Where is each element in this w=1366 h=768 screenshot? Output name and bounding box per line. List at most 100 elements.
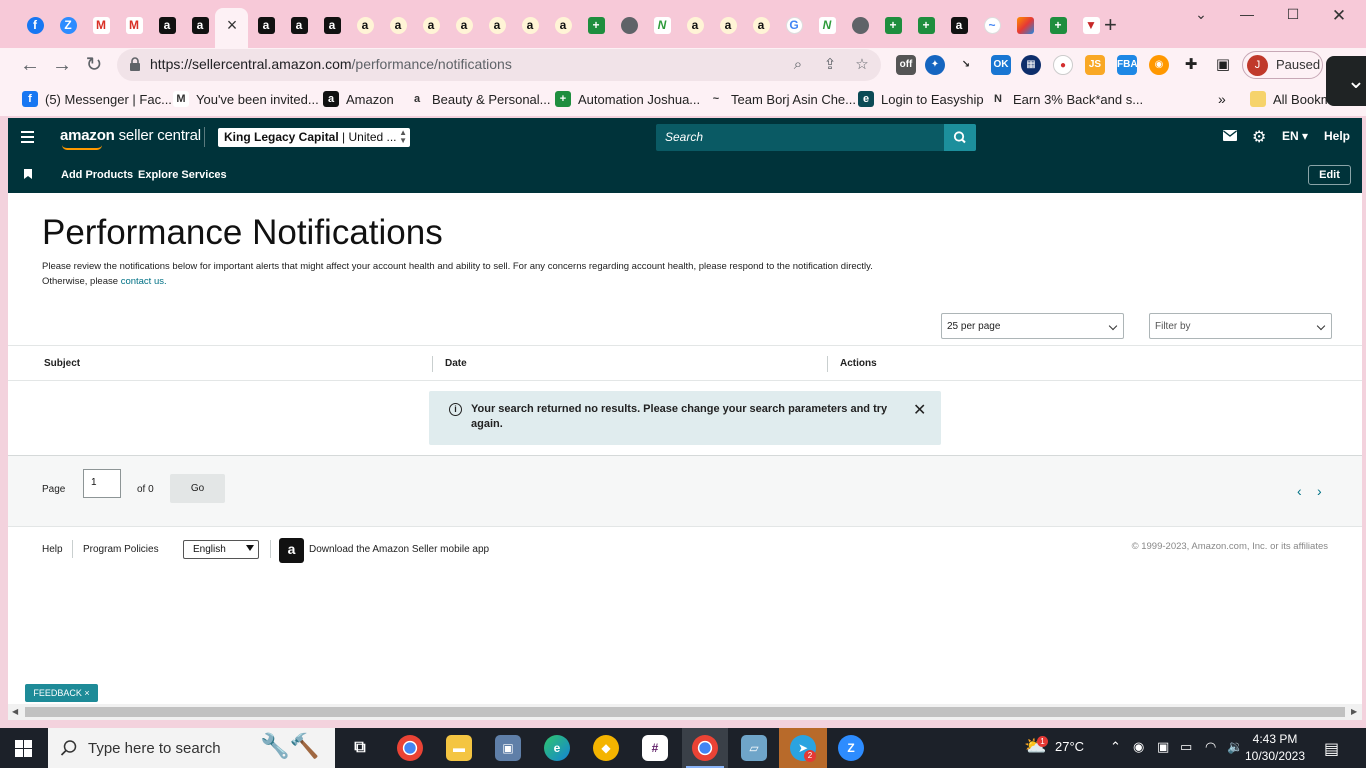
task-view-icon[interactable]: ⧉ <box>347 735 373 761</box>
browser-tab[interactable]: a <box>386 12 410 38</box>
bookmark-item[interactable]: a Amazon <box>323 90 394 108</box>
scrollbar-thumb[interactable] <box>25 707 1345 717</box>
weather-temp[interactable]: 27°C <box>1055 739 1084 754</box>
column-subject[interactable]: Subject <box>44 358 80 369</box>
browser-tab[interactable]: G <box>782 12 806 38</box>
bookmark-icon[interactable] <box>24 169 32 179</box>
network-app-icon[interactable]: ▣ <box>495 735 521 761</box>
address-bar[interactable]: https://sellercentral.amazon.com/perform… <box>117 49 881 81</box>
language-selector[interactable]: EN ▾ <box>1282 129 1308 143</box>
footer-language-select[interactable]: English <box>183 540 259 559</box>
notes-app-icon[interactable]: ▱ <box>741 735 767 761</box>
nav-explore-services[interactable]: Explore Services <box>138 169 227 181</box>
browser-tab[interactable] <box>1013 12 1037 38</box>
browser-tab[interactable]: a <box>287 12 311 38</box>
edit-nav-button[interactable]: Edit <box>1308 165 1351 185</box>
browser-tab[interactable]: f <box>23 12 47 38</box>
program-policies-link[interactable]: Program Policies <box>83 544 159 555</box>
profile-button[interactable]: J Paused <box>1242 51 1323 79</box>
scroll-right-icon[interactable]: ▶ <box>1351 707 1357 716</box>
reload-button[interactable]: ↻ <box>81 52 107 78</box>
bookmarks-overflow-icon[interactable]: » <box>1218 90 1226 108</box>
extension-fba-icon[interactable]: FBA <box>1117 55 1138 75</box>
menu-icon[interactable] <box>21 131 34 143</box>
new-tab-button[interactable]: + <box>1104 14 1117 36</box>
scroll-left-icon[interactable]: ◀ <box>12 707 18 716</box>
browser-tab[interactable] <box>617 12 641 38</box>
browser-tab[interactable]: + <box>914 12 938 38</box>
browser-tab[interactable]: a <box>683 12 707 38</box>
extensions-puzzle-icon[interactable]: ✚ <box>1181 55 1201 75</box>
notifications-icon[interactable]: ▤ <box>1324 739 1339 759</box>
account-switcher[interactable]: King Legacy Capital | United ... ▲ ▼ <box>218 128 410 147</box>
browser-tab[interactable]: + <box>881 12 905 38</box>
edge-icon[interactable]: e <box>544 735 570 761</box>
battery-icon[interactable]: ▭ <box>1180 739 1192 755</box>
bookmark-item[interactable]: + Automation Joshua... <box>555 90 700 108</box>
browser-tab[interactable]: a <box>320 12 344 38</box>
back-button[interactable]: ← <box>17 52 43 78</box>
mail-icon[interactable] <box>1223 130 1237 144</box>
browser-tab[interactable]: + <box>1046 12 1070 38</box>
chrome-profile-icon[interactable] <box>692 735 718 761</box>
amazon-app-icon[interactable]: a <box>279 538 304 563</box>
chevron-left-icon[interactable]: ‹ <box>1297 483 1302 499</box>
browser-tab[interactable]: + <box>584 12 608 38</box>
page-number-input[interactable]: 1 <box>83 469 121 498</box>
forward-button[interactable]: → <box>49 52 75 78</box>
extension-js-icon[interactable]: JS <box>1085 55 1105 75</box>
browser-tab[interactable]: N <box>815 12 839 38</box>
bookmark-item[interactable]: M You've been invited... <box>173 90 319 108</box>
taskbar-search-box[interactable]: Type here to search 🔧🔨 <box>48 728 335 768</box>
extension-orange-icon[interactable]: ◉ <box>1149 55 1169 75</box>
filter-select[interactable]: Filter by <box>1149 313 1332 339</box>
browser-tab[interactable]: a <box>452 12 476 38</box>
browser-tab[interactable]: a <box>749 12 773 38</box>
browser-tab[interactable]: N <box>650 12 674 38</box>
nav-add-products[interactable]: Add Products <box>61 169 133 181</box>
windows-start-icon[interactable] <box>15 740 32 757</box>
extension-pokeball-icon[interactable]: ● <box>1053 55 1073 75</box>
extension-off-icon[interactable]: off <box>896 55 916 75</box>
seller-search-input[interactable]: Search <box>656 124 976 151</box>
search-button[interactable] <box>944 124 976 151</box>
browser-tab[interactable]: a <box>716 12 740 38</box>
chevron-right-icon[interactable]: › <box>1317 483 1322 499</box>
all-bookmarks[interactable]: All Bookm <box>1250 90 1332 108</box>
browser-tab[interactable]: a <box>947 12 971 38</box>
help-link[interactable]: Help <box>1324 129 1350 143</box>
record-icon[interactable]: ◉ <box>1133 739 1144 755</box>
extension-chart-icon[interactable]: ▦ <box>1021 55 1041 75</box>
gear-icon[interactable]: ⚙ <box>1252 127 1266 147</box>
column-date[interactable]: Date <box>445 358 467 369</box>
extension-ok-icon[interactable]: OK <box>991 55 1011 75</box>
browser-tab[interactable]: a <box>188 12 212 38</box>
close-window-button[interactable]: ✕ <box>1316 6 1362 26</box>
browser-tab[interactable]: a <box>551 12 575 38</box>
zoom-icon[interactable]: ⌕ <box>788 55 808 75</box>
browser-tab[interactable]: a <box>353 12 377 38</box>
mobile-app-link[interactable]: Download the Amazon Seller mobile app <box>309 544 489 555</box>
close-icon[interactable]: ✕ <box>913 400 926 420</box>
share-icon[interactable]: ⇪ <box>820 55 840 75</box>
browser-tab[interactable]: a <box>419 12 443 38</box>
browser-tab[interactable]: Z <box>56 12 80 38</box>
tab-search-chevron-icon[interactable]: ⌄ <box>1178 6 1224 26</box>
browser-tab[interactable]: M <box>89 12 113 38</box>
extension-cursor-icon[interactable]: ↘ <box>956 55 976 75</box>
close-tab-icon[interactable]: × <box>223 14 241 36</box>
browser-tab[interactable]: ~ <box>980 12 1004 38</box>
shield-app-icon[interactable]: ◆ <box>593 735 619 761</box>
side-panel-icon[interactable]: ▣ <box>1213 55 1233 75</box>
horizontal-scrollbar[interactable]: ◀ ▶ <box>8 704 1362 720</box>
bookmark-star-icon[interactable]: ☆ <box>852 55 872 75</box>
seller-central-logo[interactable]: amazon seller central <box>60 127 201 144</box>
feedback-button[interactable]: FEEDBACK × <box>25 684 98 702</box>
chrome-icon[interactable] <box>397 735 423 761</box>
bookmark-item[interactable]: e Login to Easyship <box>858 90 984 108</box>
browser-tab[interactable]: a <box>254 12 278 38</box>
slack-icon[interactable]: # <box>642 735 668 761</box>
chevron-down-icon[interactable]: ⌄ <box>1326 56 1366 106</box>
extension-blue-icon[interactable]: ✦ <box>925 55 945 75</box>
footer-help-link[interactable]: Help <box>42 544 63 555</box>
